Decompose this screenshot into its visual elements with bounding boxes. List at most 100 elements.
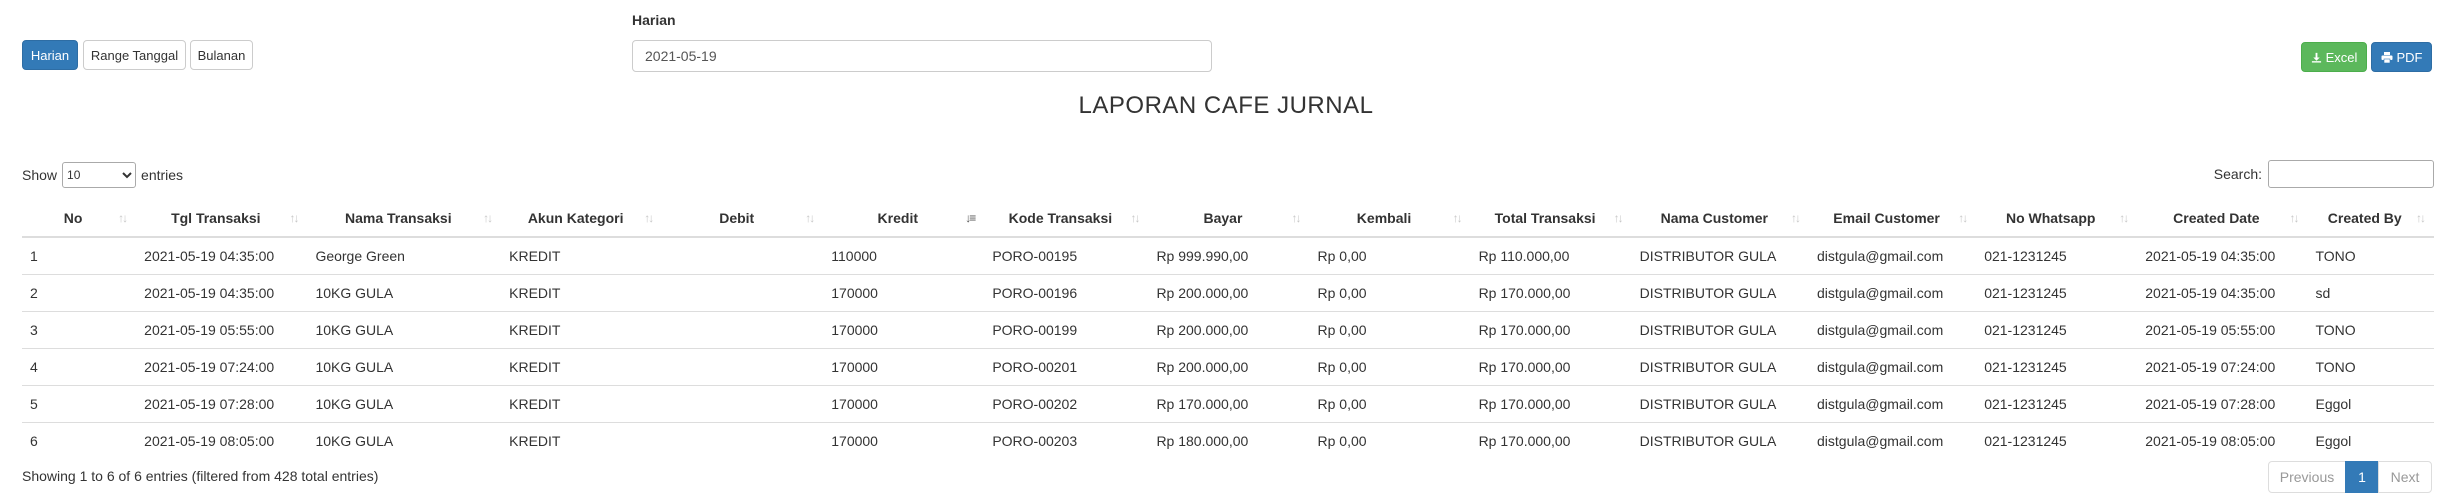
table-cell: 170000: [823, 422, 985, 459]
column-header[interactable]: Bayar ↑↓: [1148, 200, 1310, 238]
sort-icon: ↑↓: [644, 211, 654, 225]
table-cell: TONO: [2307, 311, 2434, 349]
table-cell: Rp 0,00: [1309, 311, 1471, 349]
previous-page-button[interactable]: Previous: [2268, 461, 2346, 493]
search-input[interactable]: [2268, 160, 2434, 188]
table-cell: PORO-00196: [984, 274, 1149, 312]
table-cell: PORO-00195: [984, 236, 1149, 275]
table-cell: 2: [22, 274, 137, 312]
download-icon: [2311, 52, 2322, 63]
date-input[interactable]: [632, 40, 1212, 72]
bulanan-button[interactable]: Bulanan: [190, 40, 253, 70]
pdf-button-label: PDF: [2396, 49, 2423, 65]
entries-select[interactable]: 10: [62, 162, 137, 188]
table-cell: DISTRIBUTOR GULA: [1631, 274, 1809, 312]
table-cell: distgula@gmail.com: [1809, 311, 1977, 349]
column-header[interactable]: Nama Customer ↑↓: [1631, 200, 1809, 238]
date-filter-label: Harian: [632, 12, 676, 28]
column-header[interactable]: Nama Transaksi ↑↓: [307, 200, 502, 238]
harian-button[interactable]: Harian: [22, 40, 78, 70]
column-header-label: Akun Kategori: [527, 210, 624, 226]
harian-button-label: Harian: [30, 47, 70, 63]
page-1-button[interactable]: 1: [2345, 461, 2379, 493]
column-header[interactable]: Created By ↑↓: [2307, 200, 2434, 238]
column-header[interactable]: Created Date ↑↓: [2137, 200, 2308, 238]
report-title: LAPORAN CAFE JURNAL: [1078, 92, 1374, 119]
table-cell: 021-1231245: [1976, 348, 2138, 386]
entries-label: entries: [141, 167, 184, 183]
table-cell: 170000: [823, 274, 985, 312]
table-cell: 170000: [823, 348, 985, 386]
table-cell: 10KG GULA: [307, 348, 502, 386]
column-header-label: No Whatsapp: [2005, 210, 2096, 226]
column-header-label: Nama Customer: [1660, 210, 1768, 226]
table-cell: KREDIT: [501, 274, 663, 312]
table-cell: Rp 170.000,00: [1148, 385, 1310, 423]
column-header[interactable]: No ↑↓: [22, 200, 137, 238]
table-cell: Rp 170.000,00: [1470, 422, 1632, 459]
table-cell: George Green: [307, 236, 502, 275]
table-cell: PORO-00203: [984, 422, 1149, 459]
table-cell: [662, 311, 824, 349]
pdf-button[interactable]: PDF: [2371, 42, 2432, 72]
table-cell: Rp 170.000,00: [1470, 274, 1632, 312]
table-row[interactable]: 3 2021-05-19 05:55:00 10KG GULA KREDIT 17000…: [22, 311, 2434, 349]
table-cell: 021-1231245: [1976, 236, 2138, 275]
column-header[interactable]: No Whatsapp ↑↓: [1976, 200, 2138, 238]
sort-icon: ↑↓: [1452, 211, 1463, 225]
column-header[interactable]: Kode Transaksi ↑↓: [984, 200, 1149, 238]
table-cell: 2021-05-19 04:35:00: [136, 274, 308, 312]
column-header[interactable]: Total Transaksi ↑↓: [1470, 200, 1632, 238]
table-row[interactable]: 6 2021-05-19 08:05:00 10KG GULA KREDIT 17000…: [22, 422, 2434, 459]
table-row[interactable]: 2 2021-05-19 04:35:00 10KG GULA KREDIT 17000…: [22, 274, 2434, 312]
table-cell: Rp 200.000,00: [1148, 274, 1310, 312]
table-cell: DISTRIBUTOR GULA: [1631, 236, 1809, 275]
table-header-row: No ↑↓ Tgl Transaksi ↑↓ Nama Transaksi ↑↓ Akun …: [22, 200, 2434, 238]
table-cell: DISTRIBUTOR GULA: [1631, 348, 1809, 386]
table-cell: DISTRIBUTOR GULA: [1631, 385, 1809, 423]
excel-button[interactable]: Excel: [2301, 42, 2367, 72]
column-header-label: Kembali: [1356, 210, 1412, 226]
table-cell: 2021-05-19 04:35:00: [2137, 274, 2308, 312]
next-page-button[interactable]: Next: [2378, 461, 2432, 493]
column-header[interactable]: Tgl Transaksi ↑↓: [136, 200, 308, 238]
table-row[interactable]: 5 2021-05-19 07:28:00 10KG GULA KREDIT 17000…: [22, 385, 2434, 423]
table-cell: 10KG GULA: [307, 422, 502, 459]
table-cell: 2021-05-19 07:24:00: [136, 348, 308, 386]
sort-icon: ↑↓: [1291, 211, 1302, 225]
table-cell: 170000: [823, 385, 985, 423]
table-cell: 2021-05-19 08:05:00: [136, 422, 308, 459]
table-cell: KREDIT: [501, 385, 663, 423]
column-header-label: Total Transaksi: [1494, 210, 1596, 226]
column-header-label: Email Customer: [1833, 210, 1940, 226]
column-header[interactable]: Kredit ↓≡: [823, 200, 985, 238]
table-cell: Rp 110.000,00: [1470, 236, 1632, 275]
table-cell: 10KG GULA: [307, 274, 502, 312]
search-label: Search:: [2213, 166, 2262, 182]
table-cell: [662, 236, 824, 275]
column-header-label: Debit: [719, 210, 755, 226]
table-cell: Rp 0,00: [1309, 348, 1471, 386]
column-header[interactable]: Kembali ↑↓: [1309, 200, 1471, 238]
column-header[interactable]: Debit ↑↓: [662, 200, 824, 238]
table-cell: Rp 170.000,00: [1470, 385, 1632, 423]
table-cell: [662, 422, 824, 459]
sort-icon: ↑↓: [1613, 211, 1624, 225]
sort-icon: ↑↓: [2289, 211, 2299, 225]
column-header[interactable]: Akun Kategori ↑↓: [501, 200, 663, 238]
table-cell: 2021-05-19 07:24:00: [2137, 348, 2308, 386]
table-cell: KREDIT: [501, 236, 663, 275]
table-cell: KREDIT: [501, 422, 663, 459]
column-header[interactable]: Email Customer ↑↓: [1809, 200, 1977, 238]
sort-icon: ↑↓: [1791, 211, 1801, 225]
table-cell: PORO-00201: [984, 348, 1149, 386]
range-tanggal-button[interactable]: Range Tanggal: [83, 40, 186, 70]
table-cell: 110000: [823, 236, 985, 275]
table-row[interactable]: 4 2021-05-19 07:24:00 10KG GULA KREDIT 17000…: [22, 348, 2434, 386]
table-cell: Rp 0,00: [1309, 274, 1471, 312]
table-cell: [662, 348, 824, 386]
table-cell: 10KG GULA: [307, 385, 502, 423]
table-row[interactable]: 1 2021-05-19 04:35:00 George Green KREDIT 11…: [22, 236, 2434, 275]
table-cell: PORO-00202: [984, 385, 1149, 423]
table-cell: distgula@gmail.com: [1809, 236, 1977, 275]
